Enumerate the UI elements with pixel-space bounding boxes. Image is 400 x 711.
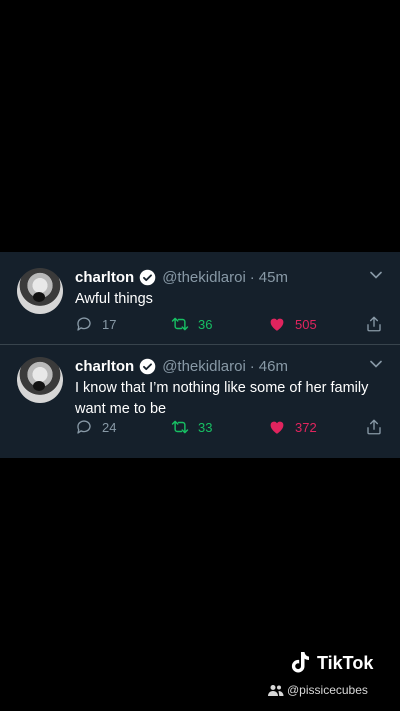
reply-icon <box>77 317 91 331</box>
tweet-actions: 17 36 505 <box>75 315 390 335</box>
display-name[interactable]: charlton <box>75 269 134 286</box>
retweet-count: 33 <box>198 419 213 435</box>
tiktok-watermark: TikTok <box>288 650 373 676</box>
retweet-icon <box>171 420 189 434</box>
share-button[interactable] <box>365 418 392 436</box>
tiktok-brand: TikTok <box>317 652 374 673</box>
watermark-handle: @pissicecubes <box>287 683 368 697</box>
timestamp[interactable]: 45m <box>259 269 288 286</box>
separator-dot: · <box>249 268 255 286</box>
heart-icon <box>270 421 284 434</box>
reply-icon <box>77 420 91 434</box>
heart-icon <box>270 318 284 331</box>
tweet-panel: charlton @thekidlaroi · 45m Awful things… <box>0 252 400 458</box>
tweet-text: Awful things <box>75 291 153 307</box>
reply-count: 17 <box>102 316 117 332</box>
avatar-mouth <box>33 381 45 391</box>
like-count: 372 <box>295 419 317 435</box>
like-count: 505 <box>295 316 317 332</box>
retweet-icon <box>171 317 189 331</box>
user-handle[interactable]: @thekidlaroi <box>162 269 246 286</box>
share-button[interactable] <box>365 315 392 333</box>
tweet-actions: 24 33 372 <box>75 418 390 438</box>
verified-badge-icon <box>139 358 156 374</box>
avatar[interactable] <box>17 357 63 403</box>
retweet-count: 36 <box>198 316 213 332</box>
tweet-header: charlton @thekidlaroi · 45m <box>75 267 288 287</box>
user-handle[interactable]: @thekidlaroi <box>162 358 246 375</box>
like-button[interactable]: 505 <box>268 315 317 333</box>
display-name[interactable]: charlton <box>75 358 134 375</box>
tweet-text: I know that I’m nothing like some of her… <box>75 380 369 417</box>
retweet-button[interactable]: 36 <box>171 315 212 333</box>
reply-button[interactable]: 17 <box>75 315 116 333</box>
tweet-card[interactable]: charlton @thekidlaroi · 45m Awful things… <box>0 252 400 345</box>
user-icon <box>268 685 284 696</box>
share-icon <box>367 316 381 332</box>
retweet-button[interactable]: 33 <box>171 418 212 436</box>
reply-button[interactable]: 24 <box>75 418 116 436</box>
like-button[interactable]: 372 <box>268 418 317 436</box>
reply-count: 24 <box>102 419 117 435</box>
chevron-down-icon[interactable] <box>370 271 382 279</box>
tweet-header: charlton @thekidlaroi · 46m <box>75 356 288 376</box>
chevron-down-icon[interactable] <box>370 360 382 368</box>
share-icon <box>367 419 381 435</box>
tweet-card[interactable]: charlton @thekidlaroi · 46m I know that … <box>0 345 400 458</box>
verified-badge-icon <box>139 269 156 285</box>
tiktok-logo-icon <box>291 652 309 673</box>
timestamp[interactable]: 46m <box>259 358 288 375</box>
watermark-user: @pissicecubes <box>268 683 368 697</box>
avatar[interactable] <box>17 268 63 314</box>
avatar-mouth <box>33 292 45 302</box>
separator-dot: · <box>249 357 255 375</box>
